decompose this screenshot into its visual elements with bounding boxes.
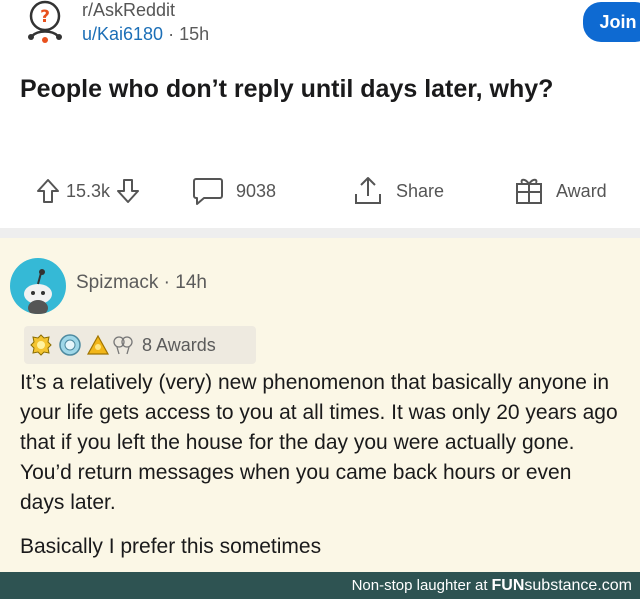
arrow-up-icon[interactable] — [36, 178, 60, 204]
comment-time: 14h — [175, 272, 207, 293]
join-button[interactable]: Join — [583, 2, 640, 42]
share-label: Share — [396, 180, 445, 201]
brand-suffix: substance.com — [524, 576, 632, 594]
share-icon — [355, 177, 381, 204]
comments-button[interactable]: 9038 — [192, 168, 276, 214]
avatar[interactable] — [10, 258, 66, 314]
askreddit-question-icon[interactable]: ? — [24, 0, 66, 44]
section-divider — [0, 228, 640, 238]
vote-group: 15.3k — [36, 168, 140, 214]
comment-paragraph: Basically I prefer this sometimes — [20, 535, 322, 558]
comment-meta: Spizmack · 14h — [76, 272, 207, 294]
platinum-award-icon — [59, 334, 81, 356]
comment-author[interactable]: Spizmack — [76, 272, 158, 293]
post-action-bar: 15.3k 9038 Share Award — [0, 168, 640, 214]
watermark-footer: Non-stop laughter at FUNsubstance.com — [0, 572, 640, 599]
subreddit-name[interactable]: r/AskReddit — [82, 0, 175, 21]
footer-brand[interactable]: FUNsubstance.com — [492, 577, 633, 595]
meta-separator: · — [168, 24, 180, 44]
gold-award-icon — [86, 334, 110, 355]
comment-body: It’s a relatively (very) new phenomenon … — [20, 368, 620, 562]
awards-count: 8 Awards — [142, 334, 216, 355]
arrow-down-icon[interactable] — [116, 178, 140, 204]
snoo-avatar-icon — [24, 269, 52, 314]
footer-text: Non-stop laughter at — [351, 577, 488, 594]
upvote-count: 15.3k — [66, 180, 111, 201]
svg-text:?: ? — [40, 7, 50, 27]
post-title[interactable]: People who don’t reply until days later,… — [20, 72, 610, 106]
post-card: ? r/AskReddit u/Kai6180 · 15h Join Peopl… — [0, 0, 640, 240]
comment-bubble-icon — [193, 178, 223, 205]
post-meta: u/Kai6180 · 15h — [82, 24, 209, 45]
comment-paragraph: It’s a relatively (very) new phenomenon … — [20, 371, 618, 514]
award-label: Award — [556, 180, 607, 201]
comment-card: Spizmack · 14h 8 Awards It’s a relativel… — [0, 238, 640, 572]
wholesome-award-icon — [30, 334, 52, 356]
gift-icon — [516, 178, 542, 204]
post-time: 15h — [179, 24, 210, 44]
awards-bar[interactable]: 8 Awards — [24, 326, 256, 364]
brand-prefix: FUN — [491, 576, 525, 594]
post-author[interactable]: u/Kai6180 — [82, 24, 163, 44]
comment-count: 9038 — [236, 180, 277, 201]
post-header: ? r/AskReddit u/Kai6180 · 15h Join — [24, 0, 640, 56]
silver-award-icon — [113, 336, 133, 355]
award-button[interactable]: Award — [514, 168, 607, 214]
meta-separator: · — [163, 272, 176, 293]
share-button[interactable]: Share — [352, 168, 444, 214]
